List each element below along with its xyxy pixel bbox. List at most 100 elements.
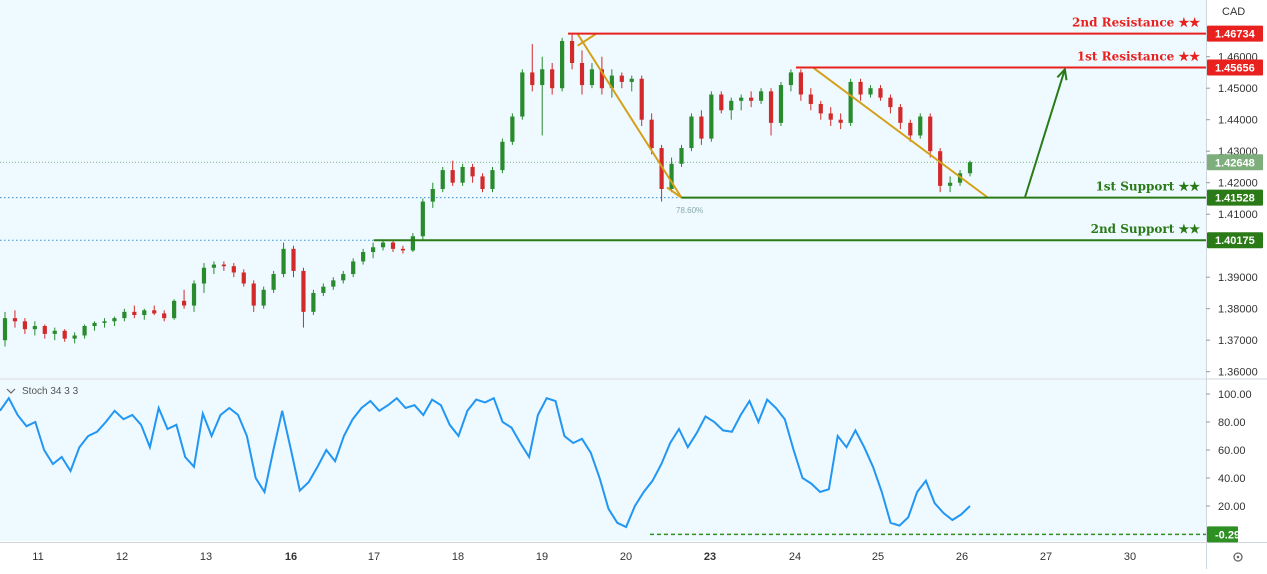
candle-body <box>798 72 803 95</box>
candle-body <box>181 300 187 306</box>
candle-body <box>848 81 853 123</box>
candle-body <box>699 116 704 139</box>
candle-body <box>132 311 137 315</box>
background-layer <box>0 0 1267 569</box>
candle-body <box>709 94 714 139</box>
candle-body <box>331 280 336 287</box>
time-axis-tick-label: 19 <box>536 551 548 563</box>
candle-body <box>540 69 545 86</box>
candle-body <box>818 103 823 114</box>
candle-body <box>749 97 754 101</box>
candle-body <box>460 166 465 183</box>
candle-body <box>201 267 207 284</box>
level-label: 1st Support ★★ <box>1095 180 1200 194</box>
candle-body <box>72 335 77 339</box>
oscillator-axis-tick-label: 80.00 <box>1218 417 1246 429</box>
candle-body <box>739 97 744 101</box>
candle-body <box>828 113 833 120</box>
candle-body <box>579 63 585 86</box>
candle-body <box>967 162 973 174</box>
oscillator-pane-background <box>0 380 1206 541</box>
candle-body <box>311 292 316 312</box>
candle-body <box>808 94 813 104</box>
candle-body <box>908 122 913 136</box>
currency-label: CAD <box>1222 6 1245 18</box>
candle-body <box>211 264 217 268</box>
candle-body <box>639 78 644 120</box>
time-axis-tick-label: 20 <box>620 551 632 563</box>
candle-body <box>400 248 406 251</box>
candle-body <box>241 272 246 284</box>
level-label: 1st Resistance ★★ <box>1077 50 1200 64</box>
oscillator-axis-tick-label: 20.00 <box>1218 501 1246 513</box>
candle-body <box>729 100 734 111</box>
candle-body <box>948 182 953 186</box>
candle-body <box>370 247 376 252</box>
level-label: 2nd Support ★★ <box>1091 222 1201 236</box>
candle-body <box>589 69 595 86</box>
candle-body <box>261 289 266 306</box>
candle-body <box>152 310 157 314</box>
candle-body <box>102 321 107 323</box>
level-price-tag-text: 1.45656 <box>1215 63 1255 75</box>
candle-body <box>649 119 654 149</box>
price-chart: 2nd Resistance ★★ 1st Resistance ★★ 1st Su… <box>0 0 1267 569</box>
candle-body <box>788 72 794 86</box>
candle-body <box>32 326 37 330</box>
candle-body <box>430 189 435 202</box>
candle-body <box>838 119 843 123</box>
price-axis-tick-label: 1.37000 <box>1218 335 1258 347</box>
candle-body <box>450 170 455 183</box>
time-axis-tick-label: 25 <box>872 551 884 563</box>
time-axis-tick-label: 12 <box>116 551 128 563</box>
price-axis-tick-label: 1.38000 <box>1218 304 1258 316</box>
candle-body <box>82 326 87 336</box>
stochastic-value-tag-text: -0.29 <box>1215 529 1240 541</box>
candle-body <box>938 151 943 186</box>
candle-body <box>768 91 774 123</box>
candle-body <box>928 116 933 152</box>
price-pane-background <box>0 0 1206 378</box>
time-axis-tick-label: 11 <box>32 551 43 563</box>
time-axis-tick-label: 24 <box>789 551 801 563</box>
current-price-tag-text: 1.42648 <box>1215 157 1255 169</box>
candle-body <box>619 75 624 82</box>
candle-body <box>520 72 525 117</box>
candle-body <box>231 266 236 273</box>
level-price-tag-text: 1.40175 <box>1215 235 1255 247</box>
candle-body <box>888 97 893 108</box>
candle-body <box>112 318 117 322</box>
candle-body <box>172 300 177 319</box>
oscillator-axis-tick-label: 60.00 <box>1218 445 1246 457</box>
candle-body <box>560 40 565 89</box>
candle-body <box>162 313 167 319</box>
candle-body <box>778 85 784 123</box>
level-label: 2nd Resistance ★★ <box>1072 16 1200 30</box>
candle-body <box>420 201 425 237</box>
candle-body <box>22 321 27 330</box>
candle-body <box>878 88 883 98</box>
candle-body <box>918 116 923 136</box>
candle-body <box>52 330 57 334</box>
price-axis-tick-label: 1.41000 <box>1218 209 1258 221</box>
price-axis-tick-label: 1.42000 <box>1218 178 1258 190</box>
chart-stage: 2nd Resistance ★★ 1st Resistance ★★ 1st Su… <box>0 0 1267 569</box>
time-axis-tick-label: 26 <box>956 551 968 563</box>
candle-body <box>719 94 724 111</box>
candle-body <box>281 248 286 275</box>
candle-body <box>191 283 197 306</box>
time-axis-tick-label: 23 <box>704 551 716 563</box>
candle-body <box>550 69 555 89</box>
time-axis-tick-label: 16 <box>285 551 297 563</box>
candle-body <box>92 322 97 327</box>
candle-body <box>251 283 256 306</box>
candle-body <box>440 170 445 189</box>
oscillator-axis-tick-label: 100.00 <box>1218 389 1252 401</box>
time-axis-tick-label: 17 <box>368 551 380 563</box>
candle-body <box>2 318 8 341</box>
candle-body <box>321 286 326 293</box>
oscillator-axis-tick-label: 40.00 <box>1218 473 1246 485</box>
price-axis-tick-label: 1.44000 <box>1218 115 1258 127</box>
time-axis-tick-label: 18 <box>452 551 464 563</box>
candle-body <box>351 261 356 275</box>
